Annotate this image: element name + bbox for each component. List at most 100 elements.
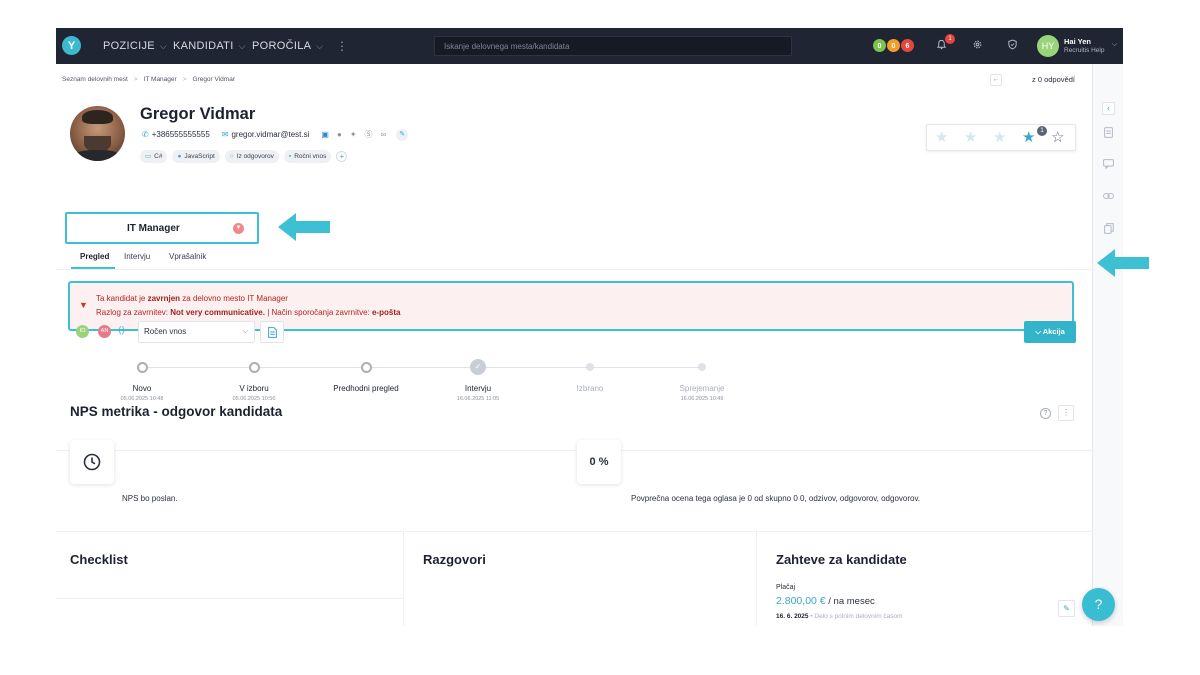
more-menu-icon[interactable]: ⋮ xyxy=(336,28,348,64)
pipeline-step-label: Intervju xyxy=(464,384,492,393)
user-name[interactable]: Hai Yen xyxy=(1064,37,1091,46)
pipeline-step-dot[interactable] xyxy=(586,363,594,371)
candidate-name: Gregor Vidmar xyxy=(140,105,256,123)
edit-requirements-button[interactable]: ✎ xyxy=(1058,600,1075,617)
tag-item[interactable]: ▪ Ročni vnos xyxy=(283,150,332,163)
pipeline-step-label: V izboru xyxy=(239,384,269,393)
right-tool-strip: ‹ xyxy=(1092,64,1123,626)
add-tag-button[interactable]: + xyxy=(336,151,348,162)
status-count-red[interactable]: 6 xyxy=(900,38,915,53)
edit-contacts-button[interactable]: ✎ xyxy=(396,128,409,141)
checklist-panel: Checklist xyxy=(56,531,404,626)
breadcrumb-item-jobs[interactable]: Seznam delovnih mest xyxy=(62,76,128,83)
breadcrumb-item-job[interactable]: IT Manager xyxy=(144,76,177,83)
pipeline-step-label: Sprejemanje xyxy=(679,384,725,393)
nav-item-porocila[interactable]: POROČILA ⌵ xyxy=(252,28,323,64)
pipeline-step-date: 16.06.2025 11:05 xyxy=(456,396,500,402)
tag-item[interactable]: ○ Iz odgovorov xyxy=(224,150,279,163)
pipeline-step-label: Novo xyxy=(132,384,152,393)
help-button[interactable]: ? xyxy=(1082,588,1115,621)
briefcase-icon: ▪ xyxy=(288,153,292,160)
facebook-icon[interactable]: ● xyxy=(337,130,342,139)
status-count-green[interactable]: 0 xyxy=(872,38,887,53)
previous-candidate-button[interactable]: ← xyxy=(990,74,1002,86)
pay-amount: 2.800,00 € / na mesec xyxy=(776,595,875,607)
link-icon[interactable] xyxy=(1102,191,1115,204)
checklist-title: Checklist xyxy=(70,552,128,567)
tag-item[interactable]: ● JavaScript xyxy=(172,150,220,163)
skype-icon[interactable]: Ⓢ xyxy=(365,129,373,140)
user-avatar[interactable]: HY xyxy=(1037,35,1059,57)
action-button-label: Akcija xyxy=(1042,327,1065,336)
requirements-panel: Zahteve za kandidate Plačaj 2.800,00 € /… xyxy=(758,531,1092,626)
pipeline-step-dot[interactable] xyxy=(698,363,706,371)
job-tab-label: IT Manager xyxy=(127,223,180,234)
chevron-down-icon: ⌵ xyxy=(316,41,324,51)
pipeline-step-date: 16.06.2025 10:49 xyxy=(680,396,724,402)
pay-label: Plačaj xyxy=(776,584,796,591)
star-outline-icon[interactable]: ☆ xyxy=(1051,130,1064,146)
star-icon[interactable]: ★ xyxy=(993,130,1006,146)
pipeline-step-date: 05.06.2025 10:56 xyxy=(232,396,276,402)
requirements-title: Zahteve za kandidate xyxy=(776,552,907,567)
help-circle-icon[interactable]: ? xyxy=(1040,408,1051,419)
shield-icon[interactable] xyxy=(1005,39,1019,53)
candidate-phone[interactable]: +386555555555 xyxy=(152,130,210,139)
document-icon[interactable] xyxy=(1102,127,1115,140)
breadcrumb-item-candidate: Gregor Vidmar xyxy=(192,76,235,83)
assignee-avatar[interactable]: AN xyxy=(98,325,111,338)
app-window: Y POZICIJE ⌵ KANDIDATI ⌵ POROČILA ⌵ ⋮ 0 0 6… xyxy=(56,28,1123,626)
assignee-avatar[interactable]: IO xyxy=(76,325,89,338)
copy-icon[interactable] xyxy=(1102,223,1115,236)
source-select-value: Ročen vnos xyxy=(144,327,187,336)
annotation-arrow-left-icon xyxy=(1097,249,1149,277)
pipeline-step-label: Predhodni pregled xyxy=(333,384,399,393)
link-icon[interactable]: ∞ xyxy=(381,130,387,139)
search-input[interactable] xyxy=(434,36,792,56)
candidate-tags: ▭ C# ● JavaScript ○ Iz odgovorov ▪ Ročni vno… xyxy=(140,150,348,163)
user-organization: Recruitis Help xyxy=(1064,47,1105,54)
tab-pregled[interactable]: Pregled xyxy=(80,252,109,261)
collapse-left-icon[interactable]: ‹ xyxy=(1102,102,1115,115)
action-button[interactable]: ⌵ Akcija xyxy=(1024,321,1076,343)
twitter-icon[interactable]: ✦ xyxy=(350,130,357,139)
app-logo[interactable]: Y xyxy=(62,36,81,55)
nav-item-kandidati[interactable]: KANDIDATI ⌵ xyxy=(173,28,246,64)
pipeline-step-dot[interactable]: ✓ xyxy=(470,359,486,375)
rating-stars: ★ ★ ★ ★ 1 ☆ xyxy=(926,124,1076,151)
pipeline-step-dot[interactable] xyxy=(360,361,372,373)
star-icon[interactable]: ★ xyxy=(1022,130,1035,146)
pipeline-step-label: Izbrano xyxy=(576,384,604,393)
share-icon[interactable]: ⟨⟩ xyxy=(118,325,125,336)
linkedin-icon[interactable]: ▣ xyxy=(321,130,329,139)
job-tab-it-manager[interactable]: IT Manager ▼ xyxy=(65,212,259,244)
mail-icon: ✉ xyxy=(221,130,229,139)
thumbs-down-icon: ▼ xyxy=(233,223,244,234)
source-select[interactable]: Ročen vnos ⌵ xyxy=(138,321,255,343)
pipeline-step-dot[interactable] xyxy=(248,361,260,373)
status-count-orange[interactable]: 0 xyxy=(886,38,901,53)
clock-icon xyxy=(70,440,114,484)
more-options-button[interactable]: ⋮ xyxy=(1058,405,1074,421)
response-counter: z 0 odpovědí xyxy=(1032,75,1075,84)
star-icon[interactable]: ★ xyxy=(935,130,948,146)
candidate-email[interactable]: gregor.vidmar@test.si xyxy=(231,130,309,139)
nav-item-pozicije[interactable]: POZICIJE ⌵ xyxy=(103,28,167,64)
top-navigation: Y POZICIJE ⌵ KANDIDATI ⌵ POROČILA ⌵ ⋮ 0 0 6… xyxy=(56,28,1123,64)
notification-badge: 1 xyxy=(945,34,955,44)
rating-badge: 1 xyxy=(1037,126,1047,136)
tab-vprasalnik[interactable]: Vprašalnik xyxy=(169,252,206,261)
document-button[interactable] xyxy=(260,321,284,343)
chevron-down-icon[interactable]: ⌵ xyxy=(1112,41,1117,49)
tag-item[interactable]: ▭ C# xyxy=(140,150,168,163)
pipeline-step-date: 05.06.2025 10:48 xyxy=(120,396,164,402)
comment-icon[interactable] xyxy=(1102,159,1115,172)
tag-label: C# xyxy=(154,153,163,160)
gear-icon[interactable] xyxy=(970,39,984,53)
active-tab-indicator xyxy=(71,267,115,269)
candidate-contacts: ✆ +386555555555 ✉ gregor.vidmar@test.si … xyxy=(142,128,409,141)
star-icon[interactable]: ★ xyxy=(964,130,977,146)
tab-intervju[interactable]: Intervju xyxy=(124,252,150,261)
nav-item-label: KANDIDATI xyxy=(173,40,234,52)
pipeline-step-dot[interactable] xyxy=(136,361,148,373)
